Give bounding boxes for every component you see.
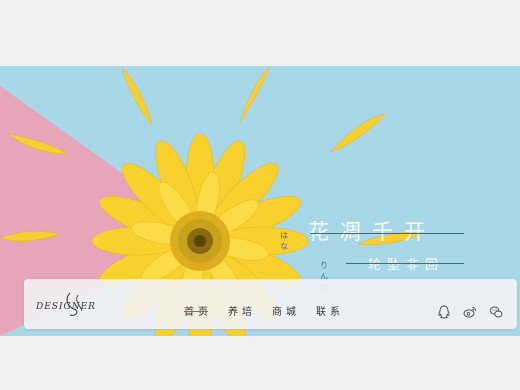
petal (121, 67, 153, 125)
kana-caption: はな (280, 231, 289, 251)
nav-item-shop[interactable]: 商城 (272, 303, 300, 319)
logo-text: DESIGNER (36, 302, 96, 312)
petal (329, 113, 386, 153)
wechat-icon[interactable] (489, 305, 503, 319)
headline-rule (310, 233, 464, 234)
nav-item-home[interactable]: 首页 (184, 303, 212, 319)
qq-icon[interactable] (437, 305, 451, 319)
petal (239, 66, 271, 123)
nav-bar: DESIGNER 首页 养培 商城 联系 (24, 279, 517, 329)
social-links (437, 305, 503, 319)
weibo-icon[interactable] (463, 305, 477, 319)
nav-item-contact[interactable]: 联系 (316, 303, 344, 319)
site-logo[interactable]: DESIGNER (34, 289, 114, 319)
hero-headline: はな 花凋千开 りんね 轮坠非回 (280, 216, 480, 292)
headline-title: 花凋千开 (308, 220, 436, 244)
headline-rule (346, 263, 464, 264)
main-nav: 首页 养培 商城 联系 (184, 303, 344, 319)
nav-item-cultivation[interactable]: 养培 (228, 303, 256, 319)
